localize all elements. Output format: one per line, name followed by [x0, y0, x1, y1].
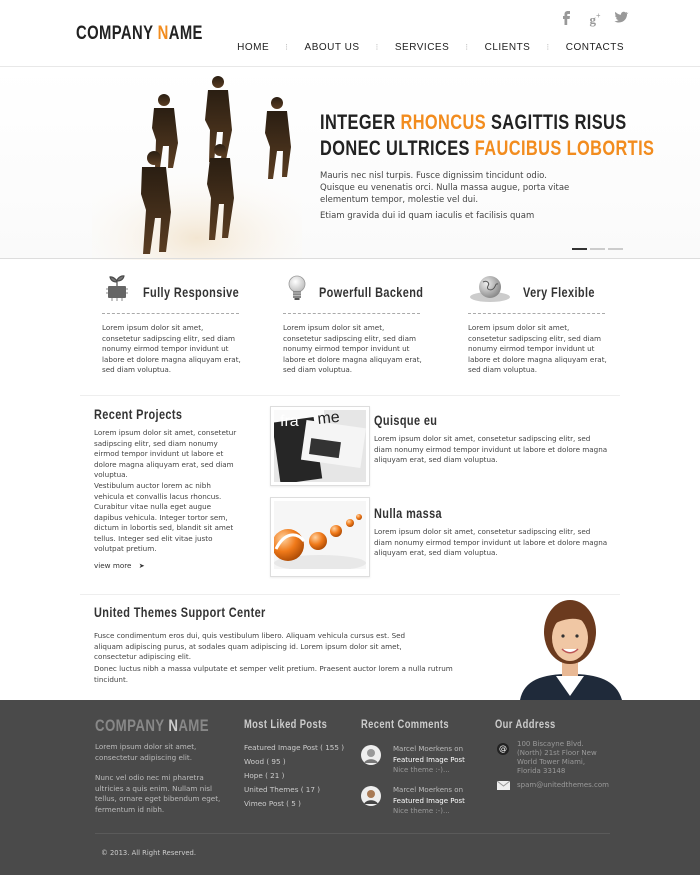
comment-text: Nice theme :-)...: [393, 766, 450, 774]
address-line: World Tower Miami,: [517, 758, 586, 766]
feature-rule: [468, 313, 605, 314]
slider-dot[interactable]: [590, 248, 605, 250]
company-logo[interactable]: COMPANY NAME: [76, 23, 203, 45]
svg-text:me: me: [317, 410, 341, 428]
comment-post-link[interactable]: Featured Image Post: [393, 755, 465, 766]
arrow-right-icon: ➤: [138, 562, 145, 570]
feature-title-flexible: Very Flexible: [523, 284, 595, 300]
nav-home[interactable]: HOME: [237, 42, 269, 53]
footer-about-text: Lorem ipsum dolor sit amet, consectetur …: [95, 742, 197, 762]
address-line: 100 Biscayne Blvd.: [517, 740, 584, 748]
address-line: (North) 21st Floor New: [517, 749, 597, 757]
comment-text: Nice theme :-)...: [393, 807, 450, 815]
support-title: United Themes Support Center: [94, 604, 266, 620]
address-title: Our Address: [495, 717, 556, 731]
thumb-text: fra: [280, 413, 299, 430]
most-liked-title: Most Liked Posts: [244, 717, 328, 731]
nav-separator: ⁝: [546, 42, 550, 52]
address-block: 100 Biscayne Blvd. (North) 21st Floor Ne…: [517, 740, 597, 776]
liked-post-link[interactable]: United Themes ( 17 ): [244, 783, 344, 797]
facebook-icon[interactable]: [558, 8, 576, 26]
avatar: [361, 786, 381, 806]
most-liked-list: Featured Image Post ( 155 ) Wood ( 95 ) …: [244, 741, 344, 811]
footer-logo[interactable]: COMPANY NAME: [95, 716, 209, 736]
recent-projects-title: Recent Projects: [94, 406, 183, 422]
nav-separator: ⁝: [375, 42, 379, 52]
hero-title: INTEGER RHONCUS SAGITTIS RISUS DONEC ULT…: [320, 111, 655, 160]
email-link[interactable]: spam@unitedthemes.com: [517, 781, 609, 789]
comment: Marcel Moerkens on Featured Image Post N…: [393, 744, 465, 776]
recent-comments-title: Recent Comments: [361, 717, 450, 731]
liked-post-link[interactable]: Wood ( 95 ): [244, 755, 344, 769]
orange-balls-image: [272, 501, 366, 571]
at-icon: @: [497, 743, 509, 755]
nav-separator: ⁝: [285, 42, 289, 52]
footer-divider: [95, 833, 610, 834]
project-thumbnail-balls[interactable]: [270, 497, 370, 577]
comment: Marcel Moerkens on Featured Image Post N…: [393, 785, 465, 817]
comment-author: Marcel Moerkens on: [393, 786, 464, 794]
recent-projects-text-2: Vestibulum auctor lorem ac nibh vehicula…: [94, 481, 234, 553]
avatar: [361, 745, 381, 765]
comment-post-link[interactable]: Featured Image Post: [393, 796, 465, 807]
frame-stationery-image: fra me: [271, 409, 366, 485]
logo-accent: N: [157, 23, 169, 44]
project-text: Lorem ipsum dolor sit amet, consetetur s…: [374, 527, 608, 557]
view-more-link[interactable]: view more ➤: [94, 561, 145, 572]
logo-text-1: COMPANY: [76, 23, 158, 44]
feature-text: Lorem ipsum dolor sit amet, consetetur s…: [102, 323, 241, 374]
section-divider: [80, 594, 620, 595]
nav-separator: ⁝: [465, 42, 469, 52]
slider-dot[interactable]: [608, 248, 623, 250]
nav-contacts[interactable]: CONTACTS: [566, 42, 624, 53]
feature-title-responsive: Fully Responsive: [143, 284, 240, 300]
recent-projects-text: Lorem ipsum dolor sit amet, consetetur s…: [94, 428, 237, 479]
globe-icon: [470, 276, 510, 302]
project-title[interactable]: Quisque eu: [374, 412, 437, 428]
google-plus-icon[interactable]: g+: [586, 8, 604, 27]
business-people-photo: [92, 76, 302, 260]
logo-text-2: AME: [168, 23, 203, 44]
feature-title-backend: Powerfull Backend: [319, 284, 424, 300]
comment-author: Marcel Moerkens on: [393, 745, 464, 753]
address-line: Florida 33148: [517, 767, 566, 775]
feature-rule: [102, 313, 239, 314]
hero-paragraph: Mauris nec nisl turpis. Fusce dignissim …: [320, 171, 570, 205]
liked-post-link[interactable]: Featured Image Post ( 155 ): [244, 741, 344, 755]
support-text: Fusce condimentum eros dui, quis vestibu…: [94, 631, 406, 661]
project-text: Lorem ipsum dolor sit amet, consetetur s…: [374, 434, 608, 464]
liked-post-link[interactable]: Hope ( 21 ): [244, 769, 344, 783]
lightbulb-icon: [288, 275, 306, 300]
slider-dot-active[interactable]: [572, 248, 587, 250]
chip-plant-icon: [106, 275, 128, 301]
nav-clients[interactable]: CLIENTS: [485, 42, 531, 53]
main-nav: HOME ⁝ ABOUT US ⁝ SERVICES ⁝ CLIENTS ⁝ C…: [237, 42, 624, 53]
footer-about-text-2: Nunc vel odio nec mi pharetra ultricies …: [95, 773, 221, 814]
twitter-icon[interactable]: [612, 8, 630, 26]
envelope-icon: [497, 781, 510, 790]
support-agent-photo: [520, 600, 622, 700]
feature-text: Lorem ipsum dolor sit amet, consetetur s…: [283, 323, 422, 374]
support-text-2: Donec luctus nibh a massa vulputate et s…: [94, 664, 453, 684]
feature-text: Lorem ipsum dolor sit amet, consetetur s…: [468, 323, 607, 374]
nav-services[interactable]: SERVICES: [395, 42, 449, 53]
section-divider: [80, 395, 620, 396]
project-thumbnail-frame[interactable]: fra me: [270, 406, 370, 486]
hero-divider: [0, 258, 700, 259]
copyright: © 2013. All Right Reserved.: [101, 849, 197, 857]
hero-paragraph-2: Etiam gravida dui id quam iaculis et fac…: [320, 211, 535, 221]
liked-post-link[interactable]: Vimeo Post ( 5 ): [244, 797, 344, 811]
feature-rule: [283, 313, 420, 314]
project-title[interactable]: Nulla massa: [374, 505, 442, 521]
nav-about[interactable]: ABOUT US: [305, 42, 360, 53]
